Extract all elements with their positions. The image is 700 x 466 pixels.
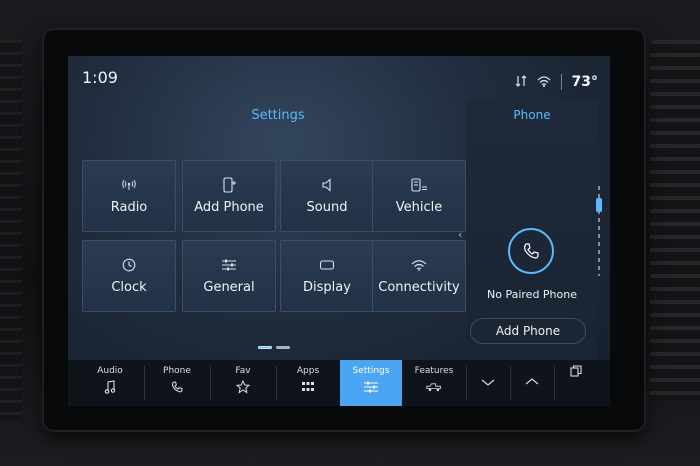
truck-icon — [426, 380, 442, 394]
chevron-up-button[interactable] — [510, 360, 554, 406]
nav-label: Features — [414, 366, 454, 376]
settings-sliders-icon — [363, 380, 379, 394]
page-dot[interactable] — [276, 346, 290, 349]
nav-phone[interactable]: Phone — [144, 360, 210, 406]
nav-label: Audio — [97, 366, 123, 376]
speaker-icon — [318, 177, 336, 192]
tile-radio[interactable]: Radio — [82, 160, 176, 232]
nav-label: Phone — [163, 366, 191, 376]
tile-clock[interactable]: Clock — [82, 240, 176, 312]
chevron-down-button[interactable] — [466, 360, 510, 406]
phone-icon[interactable] — [508, 228, 554, 274]
phone-icon — [169, 380, 185, 394]
tile-label: Vehicle — [395, 199, 443, 215]
tile-connectivity[interactable]: Connectivity — [372, 240, 466, 312]
wifi-signal-icon — [537, 75, 551, 90]
chevron-up-icon — [524, 374, 540, 388]
display-icon — [318, 258, 336, 272]
tile-label: Sound — [306, 199, 348, 215]
chevron-left-icon[interactable]: ‹ — [458, 228, 462, 241]
status-separator — [560, 74, 562, 90]
tile-label: Radio — [110, 199, 148, 215]
page-dot-active[interactable] — [258, 346, 272, 349]
chevron-down-icon — [480, 376, 496, 390]
nav-label: Fav — [235, 366, 251, 376]
tile-label: Clock — [111, 279, 147, 295]
outside-temperature: 73° — [571, 74, 598, 90]
settings-title: Settings — [251, 108, 305, 123]
apps-grid-icon — [300, 380, 316, 394]
bottom-nav-bar: Audio Phone Fav Apps Settings Features — [68, 360, 610, 406]
panel-scroll-thumb[interactable] — [596, 198, 602, 212]
star-icon — [235, 380, 251, 394]
add-phone-button[interactable]: Add Phone — [470, 318, 586, 344]
app-switcher-button[interactable] — [554, 360, 598, 406]
status-icons: 73° — [515, 74, 598, 90]
tile-label: Connectivity — [378, 279, 460, 295]
tile-label: Display — [303, 279, 351, 295]
stacked-cards-icon — [568, 364, 584, 378]
tile-display[interactable]: Display — [280, 240, 374, 312]
nav-apps[interactable]: Apps — [276, 360, 340, 406]
nav-settings[interactable]: Settings — [340, 360, 402, 406]
tile-label: Add Phone — [194, 199, 264, 215]
radio-icon — [120, 178, 138, 192]
nav-label: Apps — [296, 366, 320, 376]
right-air-vent — [650, 40, 700, 400]
nav-label: Settings — [352, 366, 390, 376]
left-air-vent — [0, 40, 22, 420]
status-bar: 1:09 73° — [68, 56, 610, 98]
tile-vehicle[interactable]: Vehicle — [372, 160, 466, 232]
tile-sound[interactable]: Sound — [280, 160, 374, 232]
nav-fav[interactable]: Fav — [210, 360, 276, 406]
wifi-icon — [410, 258, 428, 272]
infotainment-screen: 1:09 73° Settings Radio Add Phone Sound … — [68, 56, 610, 406]
phone-panel-title: Phone — [513, 108, 551, 122]
no-paired-phone-text: No Paired Phone — [487, 288, 577, 301]
tile-label: General — [203, 279, 255, 295]
nav-features[interactable]: Features — [402, 360, 466, 406]
tile-add-phone[interactable]: Add Phone — [182, 160, 276, 232]
music-note-icon — [102, 380, 118, 394]
clock-icon — [120, 258, 138, 272]
add-phone-icon — [220, 176, 238, 193]
nav-audio[interactable]: Audio — [76, 360, 144, 406]
tile-general[interactable]: General — [182, 240, 276, 312]
page-indicator — [258, 346, 290, 349]
vehicle-icon — [410, 177, 428, 192]
data-transfer-icon — [515, 74, 527, 90]
clock-readout: 1:09 — [82, 68, 118, 87]
sliders-icon — [220, 258, 238, 272]
